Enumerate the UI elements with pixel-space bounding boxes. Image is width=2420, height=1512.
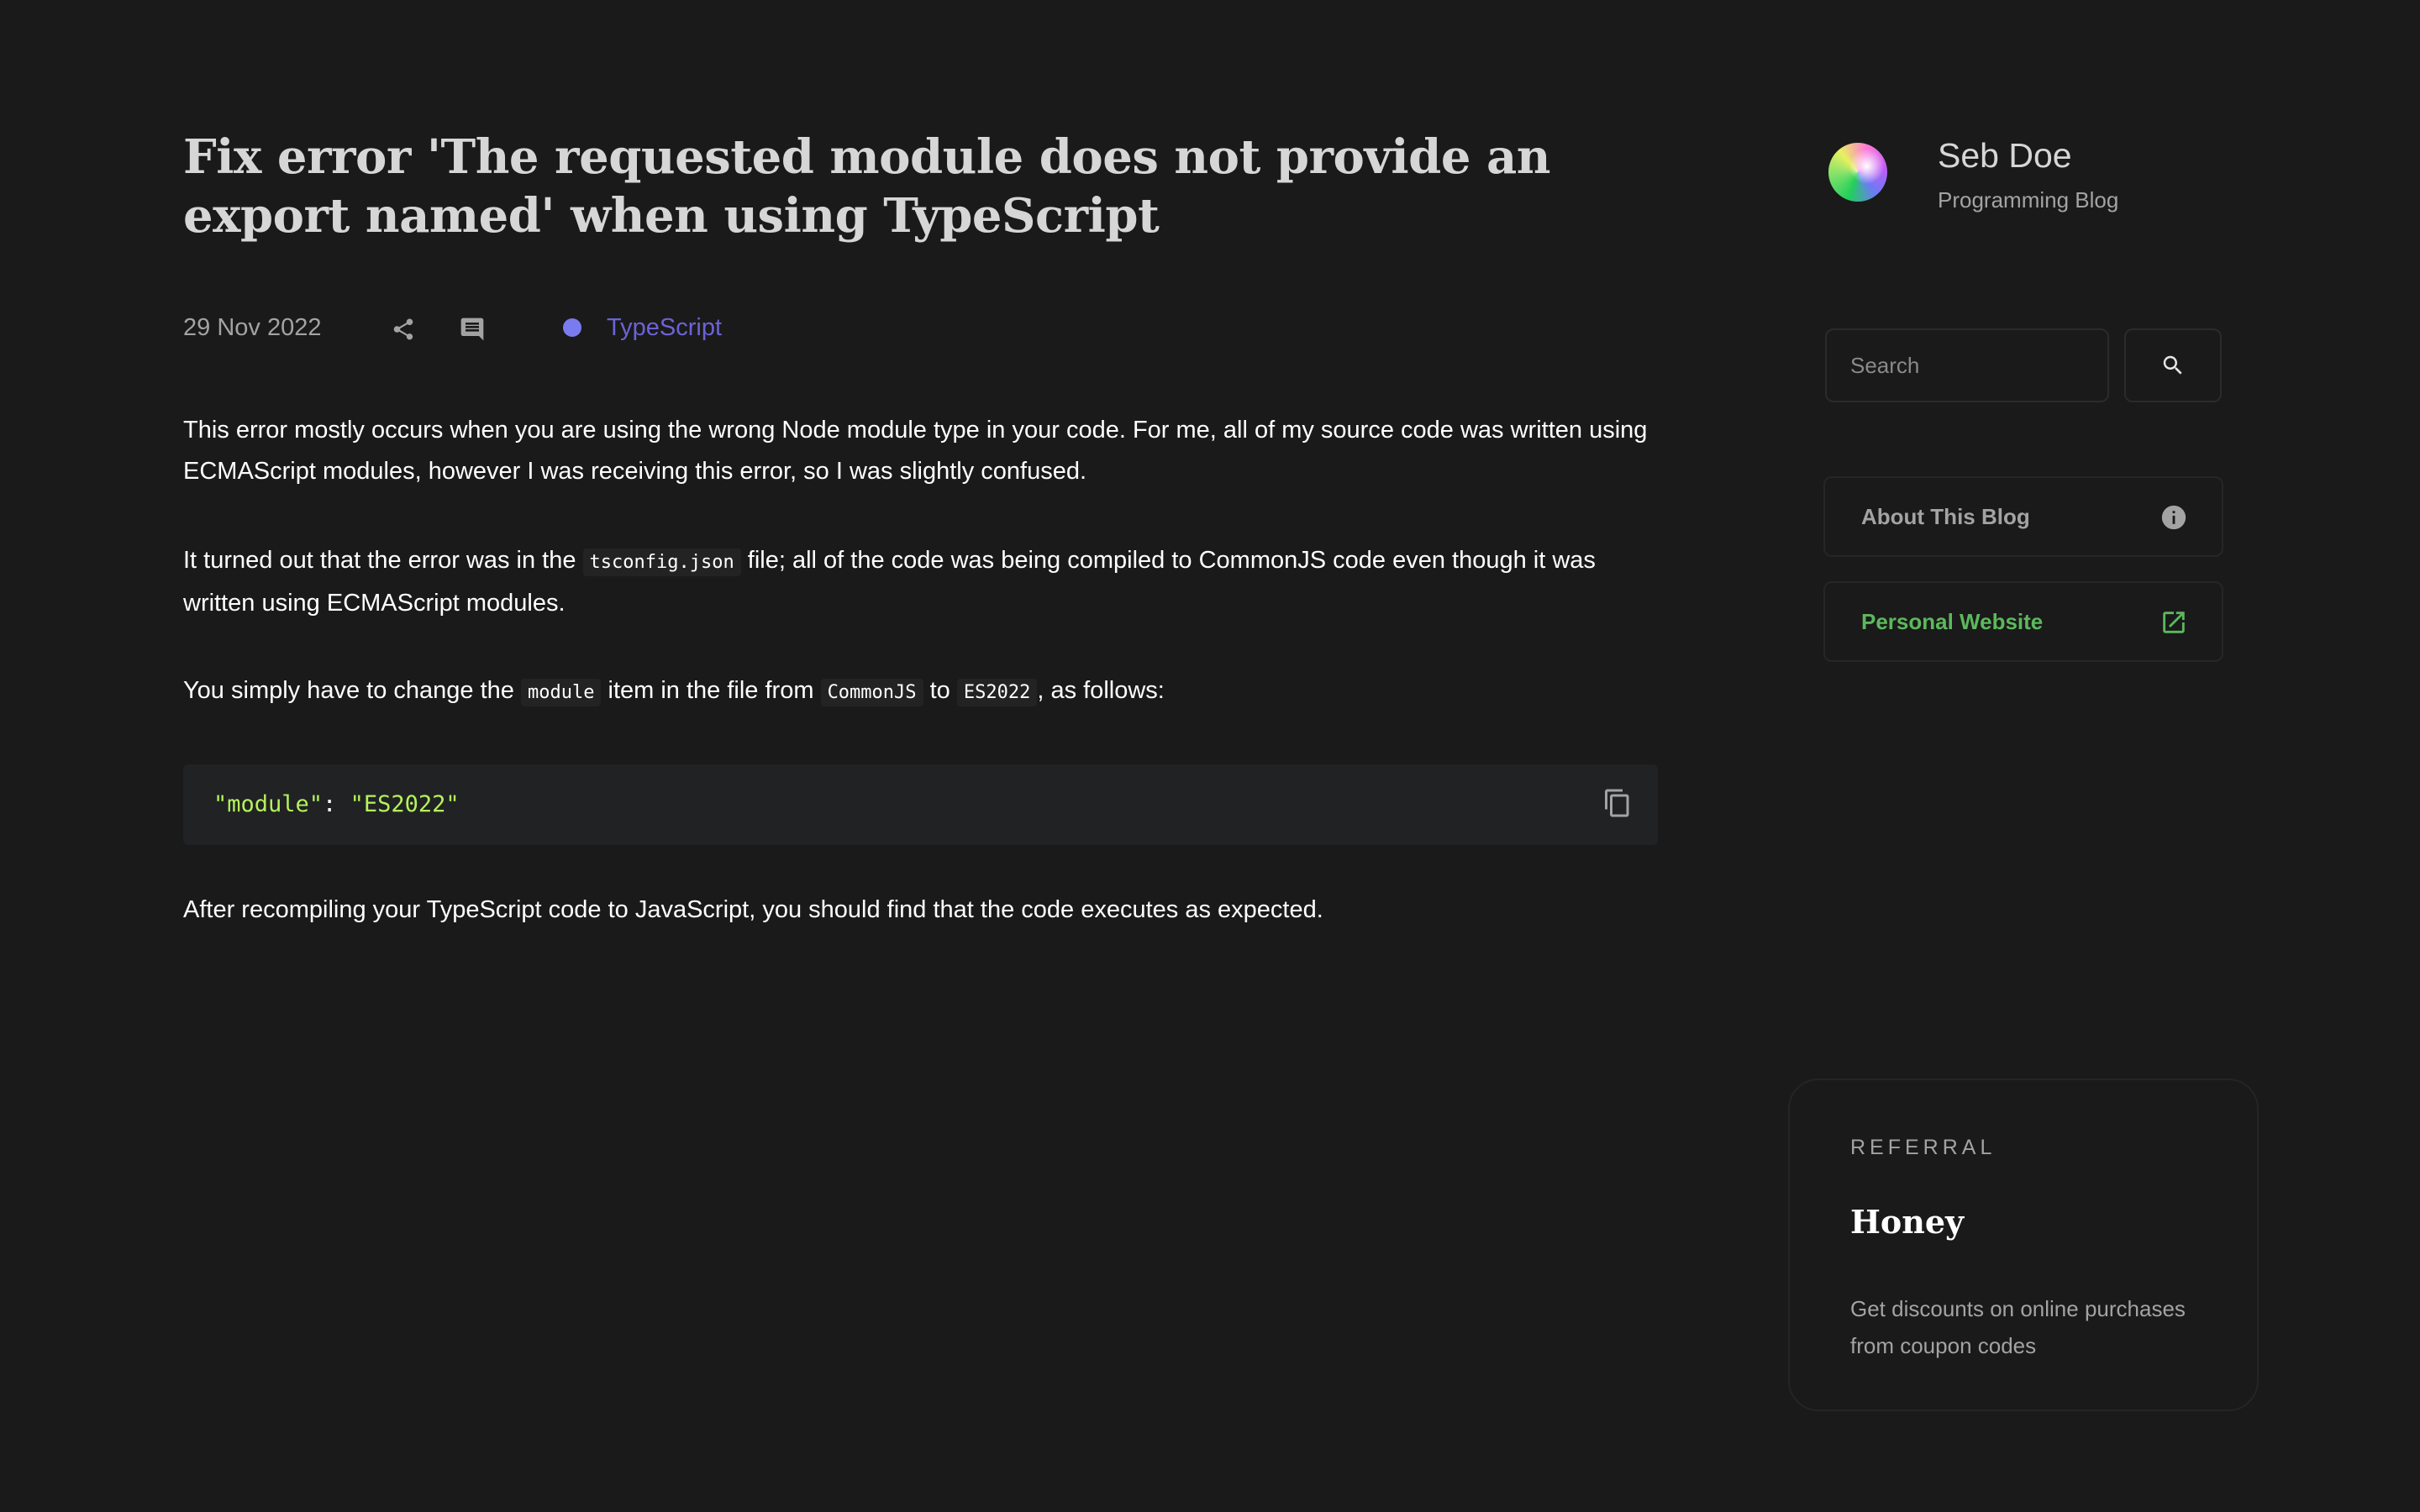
blog-subtitle: Programming Blog xyxy=(1938,187,2119,213)
inline-code: ES2022 xyxy=(956,679,1038,706)
article: Fix error 'The requested module does not… xyxy=(183,128,1658,923)
personal-website-link[interactable]: Personal Website xyxy=(1823,581,2223,662)
info-icon xyxy=(2160,503,2188,532)
paragraph: It turned out that the error was in the … xyxy=(183,540,1658,624)
avatar xyxy=(1828,143,1887,202)
text: item in the file from xyxy=(601,677,821,704)
inline-code: module xyxy=(520,679,602,706)
search-input[interactable] xyxy=(1825,328,2109,402)
text: to xyxy=(923,677,957,704)
code-key: "module" xyxy=(213,791,324,817)
code-block: "module": "ES2022" xyxy=(183,764,1658,845)
page: Fix error 'The requested module does not… xyxy=(0,0,2420,1512)
external-link-icon xyxy=(2160,608,2188,637)
search-form xyxy=(1825,328,2223,404)
article-meta: 29 Nov 2022 TypeScript xyxy=(183,309,1658,346)
inline-code: CommonJS xyxy=(820,679,923,706)
comments-button[interactable] xyxy=(457,314,487,344)
search-button[interactable] xyxy=(2124,328,2222,402)
paragraph: After recompiling your TypeScript code t… xyxy=(183,896,1323,923)
copy-code-button[interactable] xyxy=(1601,786,1634,820)
referral-eyebrow: REFERRAL xyxy=(1850,1136,1996,1159)
paragraph: You simply have to change the module ite… xyxy=(183,670,1165,713)
comment-icon xyxy=(460,318,484,341)
personal-website-label: Personal Website xyxy=(1861,608,2044,634)
share-button[interactable] xyxy=(388,314,418,344)
tag-typescript[interactable]: TypeScript xyxy=(563,309,722,346)
search-icon xyxy=(2163,355,2182,375)
tag-dot xyxy=(563,318,581,337)
about-blog-link[interactable]: About This Blog xyxy=(1823,476,2223,557)
referral-description: Get discounts on online purchases from c… xyxy=(1850,1296,2186,1358)
about-blog-label: About This Blog xyxy=(1861,503,2030,529)
referral-card: REFERRAL Honey Get discounts on online p… xyxy=(1788,1079,2259,1411)
profile-header[interactable]: Seb Doe Programming Blog xyxy=(1823,134,2260,227)
page-title: Fix error 'The requested module does not… xyxy=(183,129,1550,244)
code-separator: : xyxy=(323,791,350,817)
text: You simply have to change the xyxy=(183,677,521,704)
tag-label: TypeScript xyxy=(607,313,722,341)
share-icon xyxy=(393,318,413,340)
text: It turned out that the error was in the xyxy=(183,547,583,574)
paragraph: This error mostly occurs when you are us… xyxy=(183,417,1648,485)
author-name: Seb Doe xyxy=(1938,136,2072,175)
inline-code: tsconfig.json xyxy=(582,549,741,576)
post-date: 29 Nov 2022 xyxy=(183,313,322,341)
text: , as follows: xyxy=(1037,677,1165,704)
code-value: "ES2022" xyxy=(350,791,460,817)
code-line: "module": "ES2022" xyxy=(213,790,460,820)
copy-icon xyxy=(1605,789,1629,817)
referral-title[interactable]: Honey xyxy=(1850,1203,1964,1241)
